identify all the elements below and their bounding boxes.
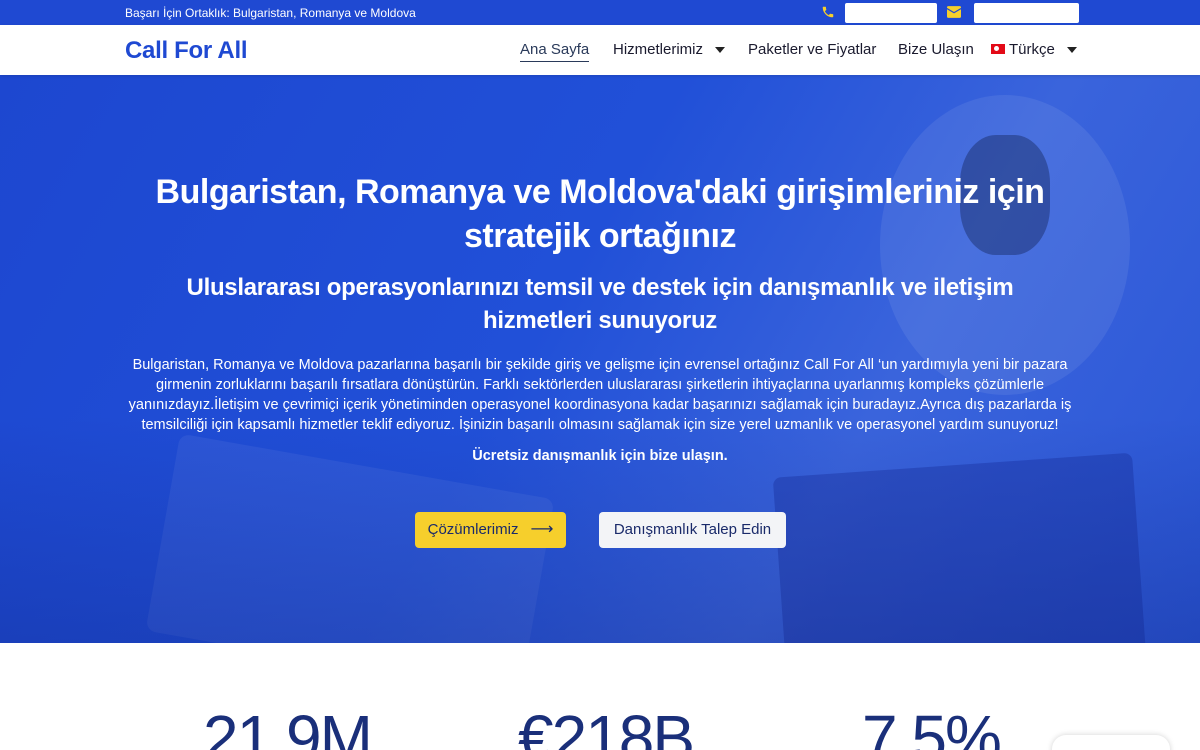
- site-logo[interactable]: Call For All: [125, 37, 248, 65]
- request-consultation-button[interactable]: Danışmanlık Talep Edin: [599, 512, 786, 548]
- hero-section: Bulgaristan, Romanya ve Moldova'daki gir…: [0, 75, 1200, 643]
- phone-icon[interactable]: [821, 5, 835, 19]
- turkey-flag-icon: [991, 44, 1005, 55]
- nav-item-services[interactable]: Hizmetlerimiz: [613, 41, 725, 58]
- language-selector[interactable]: Türkçe: [991, 41, 1077, 58]
- nav-item-packages[interactable]: Paketler ve Fiyatlar: [748, 41, 876, 58]
- nav-item-label: Ana Sayfa: [520, 41, 590, 58]
- hero-description: Bulgaristan, Romanya ve Moldova pazarlar…: [128, 357, 1072, 433]
- request-consultation-label: Danışmanlık Talep Edin: [613, 521, 772, 538]
- top-bar: Başarı İçin Ortaklık: Bulgaristan, Roman…: [0, 0, 1200, 25]
- hero-title: Bulgaristan, Romanya ve Moldova'daki gir…: [155, 173, 1045, 255]
- chevron-down-icon: [1066, 47, 1077, 54]
- hero-subtitle: Uluslararası operasyonlarınızı temsil ve…: [186, 274, 1014, 334]
- email-address-redacted[interactable]: [974, 3, 1079, 23]
- floating-widget[interactable]: [1052, 735, 1170, 750]
- arrow-right-icon: ⟶: [530, 521, 554, 538]
- solutions-button[interactable]: Çözümlerimiz ⟶: [415, 512, 566, 548]
- language-label: Türkçe: [1009, 41, 1055, 58]
- nav-item-label: Hizmetlerimiz: [613, 41, 703, 58]
- top-bar-tagline: Başarı İçin Ortaklık: Bulgaristan, Roman…: [125, 6, 416, 20]
- stat-value: 7.5%: [862, 702, 1002, 750]
- nav-item-contact[interactable]: Bize Ulaşın: [898, 41, 974, 58]
- stat-value: €218B: [518, 702, 695, 750]
- stats-section: 21.9M €218B 7.5%: [0, 643, 1200, 750]
- mail-icon[interactable]: [947, 6, 961, 18]
- nav-item-label: Paketler ve Fiyatlar: [748, 41, 877, 58]
- nav-item-home[interactable]: Ana Sayfa: [520, 41, 590, 62]
- hero-cta-text: Ücretsiz danışmanlık için bize ulaşın.: [472, 448, 728, 464]
- main-navbar: Call For All Ana Sayfa Hizmetlerimiz Pak…: [0, 25, 1200, 75]
- chevron-down-icon: [715, 47, 725, 54]
- stat-value: 21.9M: [203, 702, 373, 750]
- phone-number-redacted[interactable]: [845, 3, 937, 23]
- nav-item-label: Bize Ulaşın: [898, 41, 974, 58]
- solutions-button-label: Çözümlerimiz: [427, 521, 519, 538]
